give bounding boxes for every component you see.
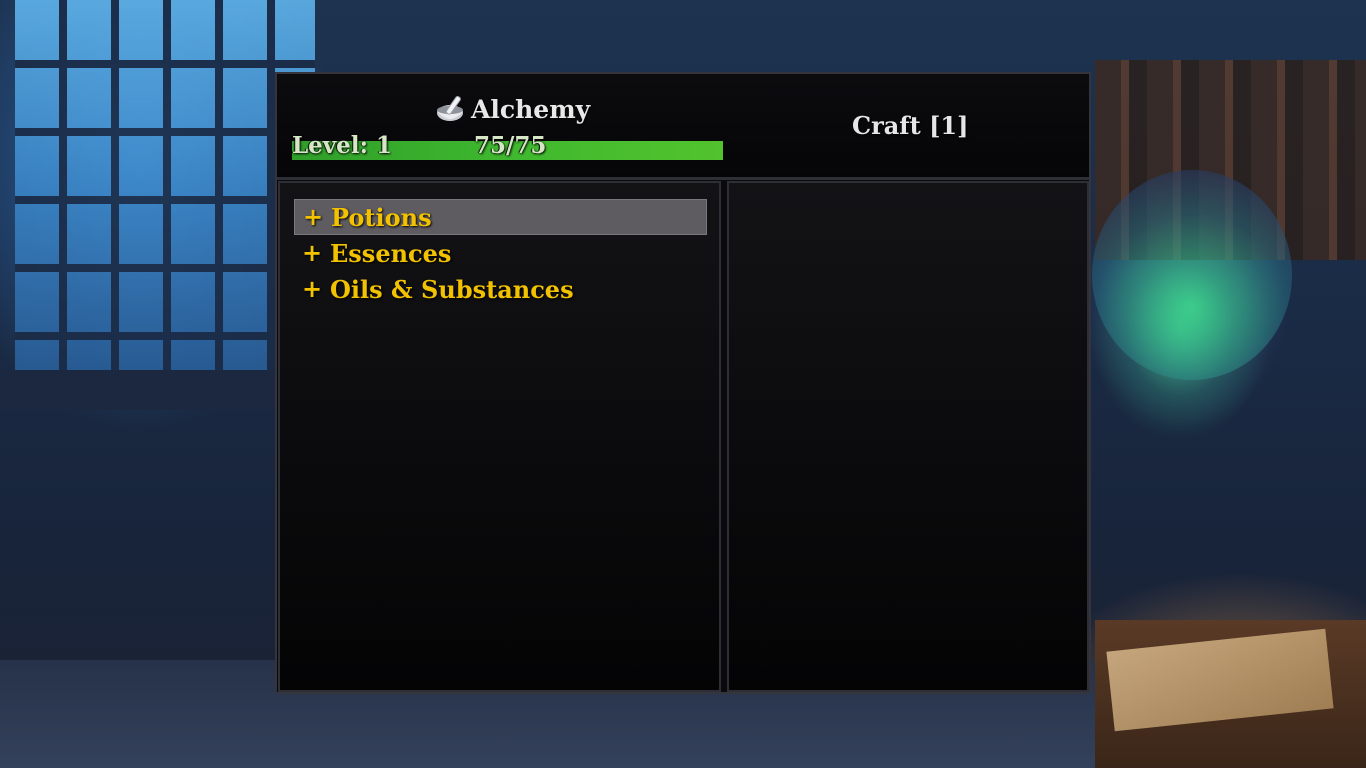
mortar-and-pestle-icon bbox=[435, 93, 467, 125]
category-item-essences[interactable]: + Essences bbox=[294, 235, 707, 271]
category-list: + Potions + Essences + Oils & Substances bbox=[294, 199, 707, 307]
background-window bbox=[15, 0, 315, 370]
recipe-detail-pane bbox=[727, 181, 1089, 692]
skill-title: Alchemy bbox=[471, 94, 591, 124]
title-group: Alchemy bbox=[435, 92, 590, 126]
xp-value: 75/75 bbox=[474, 132, 547, 159]
expand-plus-icon: + bbox=[302, 275, 323, 303]
alchemy-crafting-panel: Alchemy Level: 1 75/75 Craft [1] + Potio… bbox=[275, 72, 1091, 694]
category-item-potions[interactable]: + Potions bbox=[294, 199, 707, 235]
category-label: Essences bbox=[330, 238, 452, 268]
craft-button[interactable]: Craft [1] bbox=[852, 111, 968, 140]
expand-plus-icon: + bbox=[302, 239, 323, 267]
level-label: Level: 1 bbox=[292, 132, 393, 159]
category-item-oils-substances[interactable]: + Oils & Substances bbox=[294, 271, 707, 307]
category-list-pane: + Potions + Essences + Oils & Substances bbox=[278, 181, 721, 692]
background-sill bbox=[0, 370, 280, 410]
expand-plus-icon: + bbox=[303, 203, 324, 231]
panel-header: Alchemy Level: 1 75/75 Craft [1] bbox=[277, 74, 1089, 180]
category-label: Oils & Substances bbox=[330, 274, 574, 304]
background-flask bbox=[1092, 170, 1292, 380]
category-label: Potions bbox=[331, 202, 432, 232]
